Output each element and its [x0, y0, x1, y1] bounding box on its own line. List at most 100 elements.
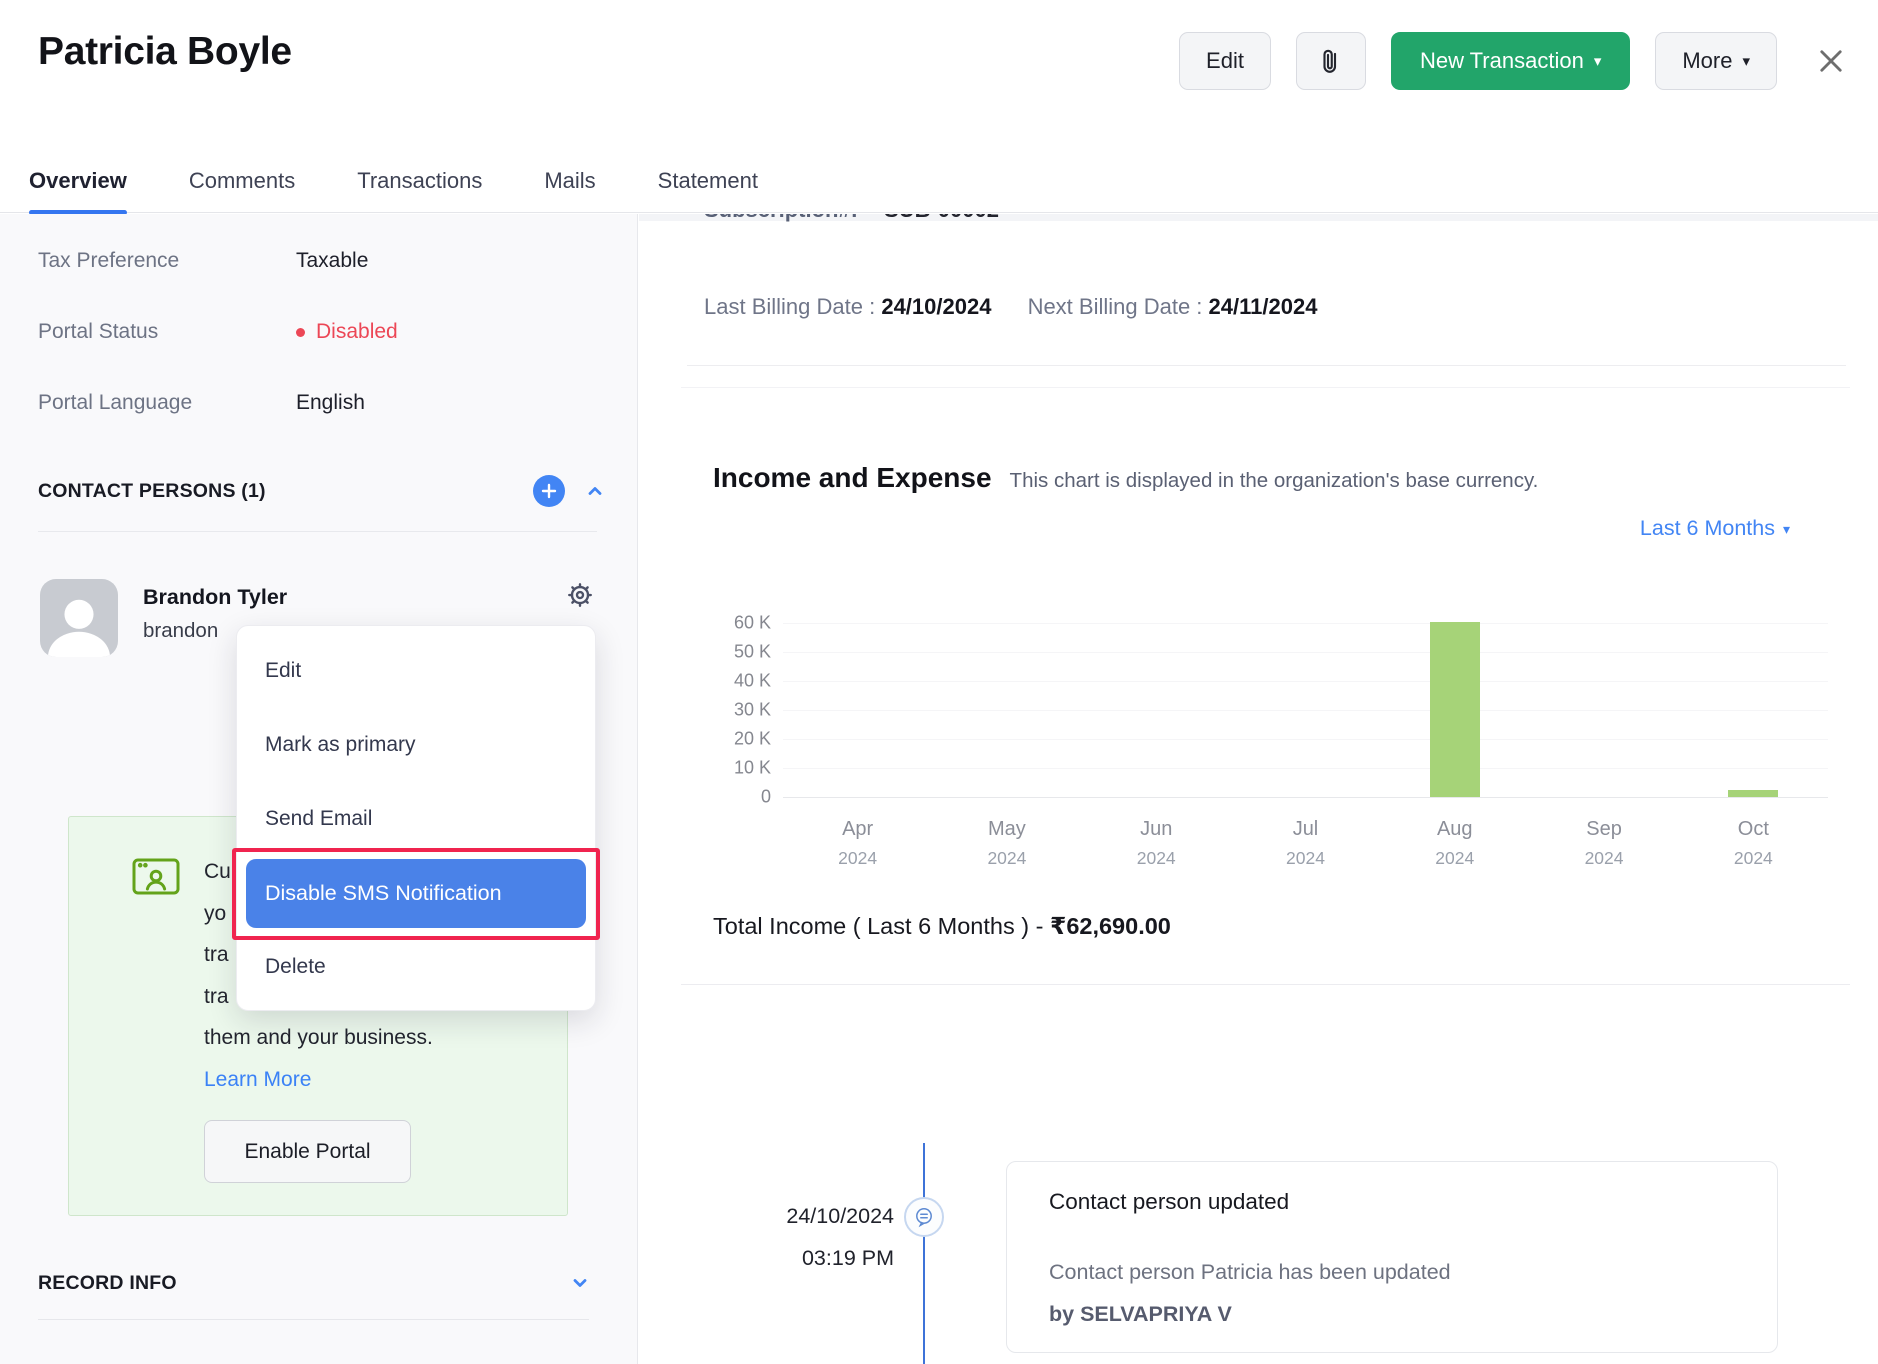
more-label: More — [1682, 48, 1732, 74]
detail-row-tax-preference: Tax PreferenceTaxable — [38, 248, 617, 274]
contact-persons-heading: CONTACT PERSONS (1) — [38, 480, 533, 503]
portal-screen-icon — [131, 855, 181, 902]
menu-item-disable-sms-notification[interactable]: Disable SMS Notification — [237, 856, 595, 930]
menu-item-highlight[interactable]: Disable SMS Notification — [246, 859, 586, 928]
menu-item-edit[interactable]: Edit — [237, 634, 595, 708]
paperclip-icon — [1316, 46, 1346, 76]
menu-item-mark-as-primary[interactable]: Mark as primary — [237, 708, 595, 782]
y-axis-tick-label: 0 — [761, 787, 771, 808]
last-billing-label: Last Billing Date : — [704, 294, 875, 319]
gridline — [783, 768, 1828, 769]
next-billing-label: Next Billing Date : — [1028, 294, 1203, 319]
record-info-heading: RECORD INFO — [38, 1272, 568, 1295]
contact-person-name: Brandon Tyler — [143, 585, 287, 610]
subscription-row-clipped: Subscription#: SUB-00002 — [704, 214, 999, 223]
next-billing-value: 24/11/2024 — [1209, 294, 1318, 319]
divider — [681, 387, 1850, 388]
detail-row-portal-language: Portal LanguageEnglish — [38, 390, 617, 416]
income-expense-title: Income and Expense — [713, 462, 992, 494]
tabs-bar: Overview Comments Transactions Mails Stateme… — [0, 150, 1878, 213]
collapse-section-button[interactable] — [583, 479, 607, 503]
expand-section-button[interactable] — [568, 1271, 592, 1295]
detail-label: Portal Language — [38, 390, 296, 416]
status-dot-icon — [296, 328, 305, 337]
chart-bar-aug-2024 — [1430, 622, 1480, 797]
gear-icon — [565, 580, 595, 610]
chevron-down-icon: ▾ — [1783, 522, 1790, 536]
gridline — [783, 797, 1828, 798]
timeline-event-title: Contact person updated — [1049, 1189, 1289, 1215]
gridline — [783, 623, 1828, 624]
contact-person-settings-button[interactable] — [565, 580, 595, 610]
tab-overview[interactable]: Overview — [29, 150, 127, 213]
plus-icon — [540, 482, 558, 500]
chart-bar-oct-2024 — [1728, 790, 1778, 797]
chart-plot-area — [783, 623, 1828, 797]
gridline — [783, 652, 1828, 653]
page-title: Patricia Boyle — [38, 30, 292, 74]
billing-dates-row: Last Billing Date : 24/10/2024 Next Bill… — [704, 294, 1347, 320]
add-contact-person-button[interactable] — [533, 475, 565, 507]
gridline — [783, 681, 1828, 682]
edit-button[interactable]: Edit — [1179, 32, 1271, 90]
promo-text-line: them and your business. — [204, 1017, 433, 1059]
detail-row-portal-status: Portal StatusDisabled — [38, 319, 617, 345]
learn-more-link[interactable]: Learn More — [204, 1059, 433, 1101]
divider — [38, 531, 597, 532]
timeline-time: 03:19 PM — [639, 1246, 894, 1271]
timeline-line — [923, 1143, 925, 1364]
detail-value: English — [296, 390, 365, 416]
divider — [38, 1319, 589, 1320]
tab-transactions[interactable]: Transactions — [357, 150, 482, 213]
y-axis-tick-label: 60 K — [734, 613, 771, 634]
subscription-label: Subscription#: — [704, 214, 858, 222]
timeline-event-description: Contact person Patricia has been updated — [1049, 1260, 1451, 1285]
detail-fields: Tax PreferenceTaxable Portal StatusDisabl… — [38, 248, 617, 461]
x-axis-tick-label: Aug2024 — [1380, 818, 1529, 869]
tab-mails[interactable]: Mails — [544, 150, 595, 213]
chevron-up-icon — [583, 479, 607, 503]
y-axis-tick-label: 10 K — [734, 758, 771, 779]
tab-comments[interactable]: Comments — [189, 150, 295, 213]
income-expense-header: Income and Expense This chart is display… — [713, 462, 1538, 494]
timeline-date: 24/10/2024 — [639, 1204, 894, 1229]
close-icon[interactable] — [1814, 44, 1848, 78]
menu-item-delete[interactable]: Delete — [237, 930, 595, 1004]
tab-statement[interactable]: Statement — [658, 150, 758, 213]
chart-range-label: Last 6 Months — [1640, 516, 1775, 541]
y-axis-tick-label: 20 K — [734, 729, 771, 750]
new-transaction-label: New Transaction — [1420, 48, 1584, 74]
header-actions: Edit New Transaction ▾ More ▾ — [1179, 31, 1848, 91]
enable-portal-button[interactable]: Enable Portal — [204, 1120, 411, 1183]
chevron-down-icon: ▾ — [1594, 54, 1602, 69]
chevron-down-icon — [568, 1271, 592, 1295]
timeline-event-card: Contact person updated Contact person Pa… — [1006, 1161, 1778, 1353]
gridline — [783, 710, 1828, 711]
x-axis-tick-label: Oct2024 — [1679, 818, 1828, 869]
last-billing-value: 24/10/2024 — [881, 294, 991, 319]
more-button[interactable]: More ▾ — [1655, 32, 1777, 90]
detail-label: Tax Preference — [38, 248, 296, 274]
contact-persons-header: CONTACT PERSONS (1) — [38, 474, 607, 508]
timeline-event-author: by SELVAPRIYA V — [1049, 1302, 1232, 1327]
overview-main-pane: Subscription#: SUB-00002 Last Billing Dat… — [639, 214, 1878, 1364]
x-axis-tick-label: Jul2024 — [1231, 818, 1380, 869]
chevron-down-icon: ▾ — [1742, 54, 1750, 69]
new-transaction-button[interactable]: New Transaction ▾ — [1391, 32, 1630, 90]
menu-item-send-email[interactable]: Send Email — [237, 782, 595, 856]
attachment-button[interactable] — [1296, 32, 1366, 90]
detail-label: Portal Status — [38, 319, 296, 345]
overview-left-panel: Tax PreferenceTaxablePortal StatusDisabl… — [0, 214, 638, 1364]
x-axis-tick-label: May2024 — [932, 818, 1081, 869]
chart-range-dropdown[interactable]: Last 6 Months ▾ — [1640, 516, 1790, 541]
detail-value: Taxable — [296, 248, 368, 274]
timeline-event-badge — [904, 1197, 944, 1237]
divider — [687, 365, 1846, 366]
total-income-label: Total Income ( Last 6 Months ) - — [713, 913, 1050, 939]
x-axis-tick-label: Apr2024 — [783, 818, 932, 869]
x-axis-tick-label: Sep2024 — [1529, 818, 1678, 869]
income-expense-subtitle: This chart is displayed in the organizat… — [1010, 469, 1539, 493]
total-income-line: Total Income ( Last 6 Months ) - ₹62,690… — [713, 912, 1171, 940]
x-axis-tick-label: Jun2024 — [1082, 818, 1231, 869]
subscription-value: SUB-00002 — [884, 214, 999, 222]
